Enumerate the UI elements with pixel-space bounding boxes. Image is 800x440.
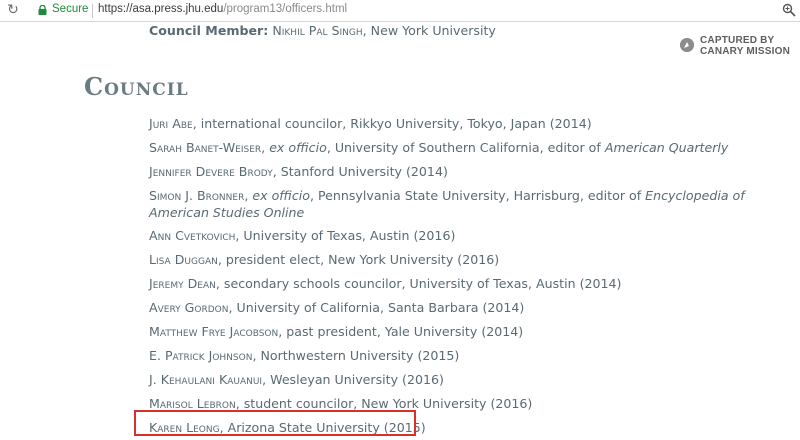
badge-text: CAPTURED BY CANARY MISSION xyxy=(700,35,790,57)
member-name: J. Kehaulani Kauanui xyxy=(149,372,263,387)
member-role-italic: ex officio xyxy=(252,188,310,203)
member-sep: , xyxy=(261,140,270,155)
member-name: Juri Abe xyxy=(149,116,193,131)
council-member-item: Jennifer Devere Brody, Stanford Universi… xyxy=(149,163,448,180)
member-role-italic: ex officio xyxy=(269,140,327,155)
member-affiliation: , Pennsylvania State University, Harrisb… xyxy=(310,188,646,203)
member-name: Lisa Duggan xyxy=(149,252,218,267)
member-name: Matthew Frye Jacobson xyxy=(149,324,279,339)
member-affiliation: , University of California, Santa Barbar… xyxy=(228,300,525,315)
member-affiliation: , Wesleyan University (2016) xyxy=(262,372,444,387)
council-member-affiliation: , New York University xyxy=(362,23,496,38)
member-name: Jennifer Devere Brody xyxy=(149,164,273,179)
reload-icon[interactable]: ↻ xyxy=(4,1,22,19)
council-member-item: Matthew Frye Jacobson, past president, Y… xyxy=(149,323,523,340)
member-name: Marisol Lebron xyxy=(149,396,236,411)
member-affiliation: , Northwestern University (2015) xyxy=(252,348,460,363)
url-path: /program13/officers.html xyxy=(223,3,348,15)
council-member-item: Ann Cvetkovich, University of Texas, Aus… xyxy=(149,227,455,244)
council-heading: Council xyxy=(84,72,189,101)
url-text[interactable]: https://asa.press.jhu.edu/program13/offi… xyxy=(98,3,347,15)
badge-line1: CAPTURED BY xyxy=(700,35,775,46)
member-affiliation: , secondary schools councilor, Universit… xyxy=(215,276,622,291)
member-name: Simon J. Bronner xyxy=(149,188,245,203)
council-member-item: Simon J. Bronner, ex officio, Pennsylvan… xyxy=(149,187,769,221)
council-member-item: J. Kehaulani Kauanui, Wesleyan Universit… xyxy=(149,371,444,388)
member-affiliation: , University of Southern California, edi… xyxy=(326,140,605,155)
council-member-item: Lisa Duggan, president elect, New York U… xyxy=(149,251,499,268)
member-affiliation: , president elect, New York University (… xyxy=(217,252,500,267)
member-name: E. Patrick Johnson xyxy=(149,348,253,363)
highlight-box xyxy=(134,410,416,436)
zoom-icon[interactable] xyxy=(782,3,796,17)
lock-icon xyxy=(38,5,47,15)
council-member-item: Avery Gordon, University of California, … xyxy=(149,299,524,316)
member-affiliation: , student councilor, New York University… xyxy=(235,396,533,411)
council-member-item: Jeremy Dean, secondary schools councilor… xyxy=(149,275,621,292)
member-name: Jeremy Dean xyxy=(149,276,216,291)
council-member-item: Juri Abe, international councilor, Rikky… xyxy=(149,115,592,132)
member-affiliation: , international councilor, Rikkyo Univer… xyxy=(192,116,592,131)
url-host: https://asa.press.jhu.edu xyxy=(98,3,224,15)
member-affiliation: , Stanford University (2014) xyxy=(272,164,448,179)
council-member-item: Sarah Banet-Weiser, ex officio, Universi… xyxy=(149,139,728,156)
address-divider xyxy=(92,4,93,18)
member-name: Ann Cvetkovich xyxy=(149,228,236,243)
member-affiliation: , past president, Yale University (2014) xyxy=(278,324,524,339)
council-member-name: Nikhil Pal Singh xyxy=(272,23,363,38)
badge-line2: CANARY MISSION xyxy=(700,46,791,57)
canary-logo-icon xyxy=(680,38,694,52)
council-member-label: Council Member: xyxy=(149,23,269,38)
secure-label: Secure xyxy=(52,3,89,15)
member-name: Avery Gordon xyxy=(149,300,229,315)
council-member-line: Council Member: Nikhil Pal Singh, New Yo… xyxy=(149,23,496,38)
address-bar[interactable]: ↻ Secure https://asa.press.jhu.edu/progr… xyxy=(0,0,800,22)
council-member-item: E. Patrick Johnson, Northwestern Univers… xyxy=(149,347,459,364)
member-publication: American Quarterly xyxy=(604,140,729,155)
member-name: Sarah Banet-Weiser xyxy=(149,140,262,155)
member-affiliation: , University of Texas, Austin (2016) xyxy=(235,228,456,243)
